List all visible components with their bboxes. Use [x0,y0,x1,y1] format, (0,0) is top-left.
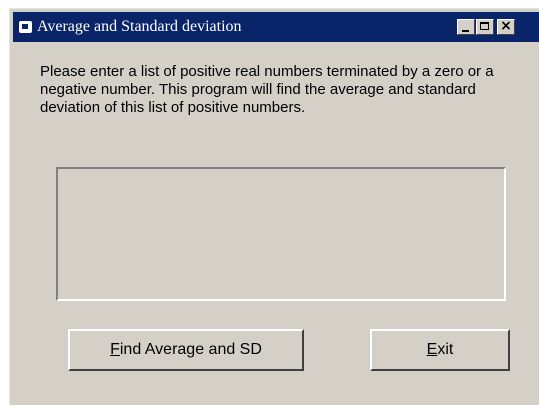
exit-button-mnemonic: E [426,341,438,358]
window-title: Average and Standard deviation [37,18,242,35]
find-average-and-sd-button[interactable]: Find Average and SD [68,329,304,371]
instruction-text: Please enter a list of positive real num… [40,63,494,116]
close-icon: × [500,18,512,34]
find-button-mnemonic: F [110,341,120,358]
maximize-icon [480,22,489,30]
exit-button[interactable]: Exit [370,329,510,371]
title-bar[interactable]: Average and Standard deviation × [13,12,539,42]
exit-button-label: xit [437,341,454,358]
maximize-button[interactable] [476,19,494,35]
minimize-button[interactable] [457,19,475,35]
app-window: Average and Standard deviation × Please … [9,8,539,405]
application-icon[interactable] [19,21,32,33]
minimize-icon [462,30,469,32]
results-panel [56,167,506,301]
find-button-label: ind Average and SD [119,341,262,358]
close-button[interactable]: × [497,18,515,35]
